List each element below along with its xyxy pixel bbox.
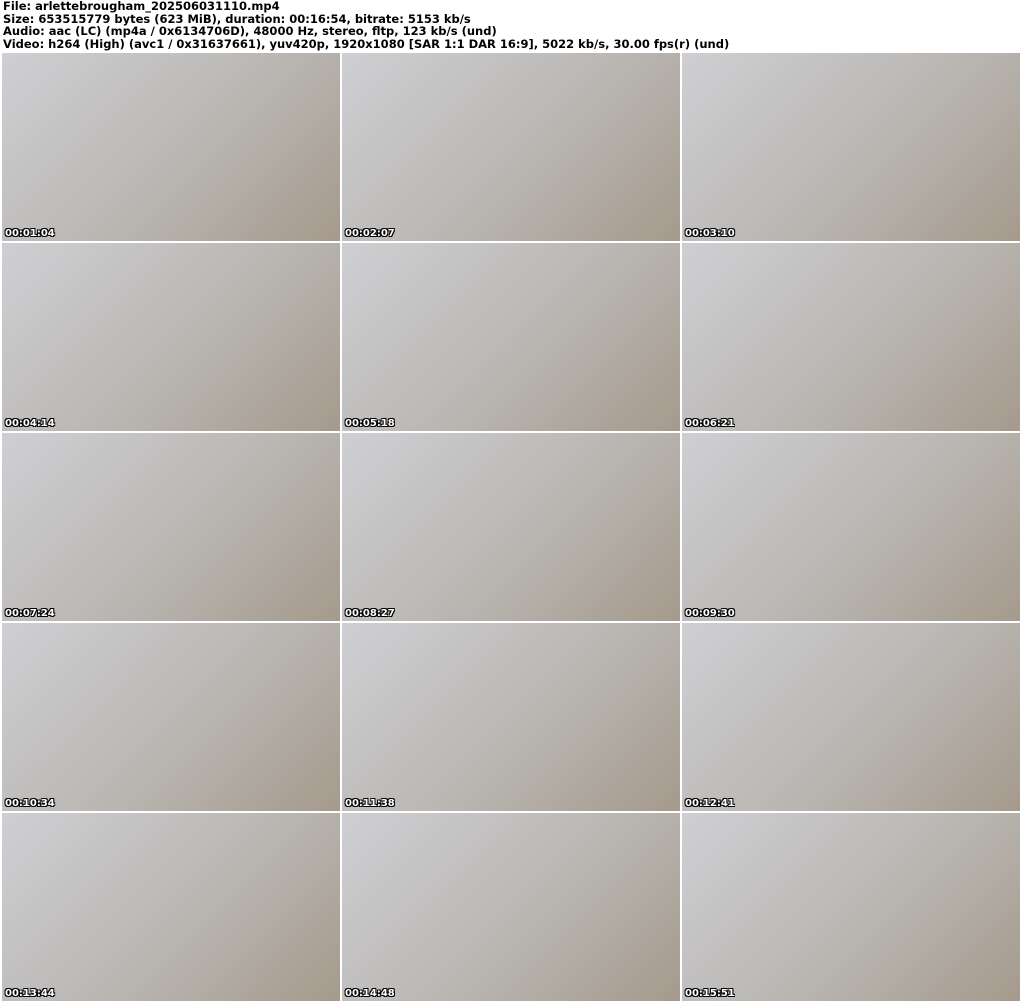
timestamp-label: 00:12:41 bbox=[685, 798, 735, 809]
timestamp-label: 00:09:30 bbox=[685, 608, 735, 619]
timestamp-label: 00:13:44 bbox=[5, 988, 55, 999]
timestamp-label: 00:04:14 bbox=[5, 418, 55, 429]
file-info-header: File: arlettebrougham_202506031110.mp4 S… bbox=[3, 0, 729, 50]
video-thumbnail: 00:05:18 bbox=[342, 243, 680, 431]
video-thumbnail: 00:11:38 bbox=[342, 623, 680, 811]
timestamp-label: 00:08:27 bbox=[345, 608, 395, 619]
video-info: Video: h264 (High) (avc1 / 0x31637661), … bbox=[3, 36, 730, 51]
timestamp-label: 00:01:04 bbox=[5, 228, 55, 239]
timestamp-label: 00:15:51 bbox=[685, 988, 735, 999]
timestamp-label: 00:11:38 bbox=[345, 798, 395, 809]
video-thumbnail: 00:02:07 bbox=[342, 53, 680, 241]
video-thumbnail: 00:13:44 bbox=[2, 813, 340, 1001]
timestamp-label: 00:10:34 bbox=[5, 798, 55, 809]
video-thumbnail: 00:10:34 bbox=[2, 623, 340, 811]
video-thumbnail: 00:06:21 bbox=[682, 243, 1020, 431]
video-thumbnail: 00:01:04 bbox=[2, 53, 340, 241]
video-thumbnail: 00:12:41 bbox=[682, 623, 1020, 811]
audio-info: Audio: aac (LC) (mp4a / 0x6134706D), 480… bbox=[3, 24, 497, 38]
timestamp-label: 00:03:10 bbox=[685, 228, 735, 239]
video-thumbnail: 00:14:48 bbox=[342, 813, 680, 1001]
timestamp-label: 00:05:18 bbox=[345, 418, 395, 429]
file-name: File: arlettebrougham_202506031110.mp4 bbox=[3, 0, 280, 13]
timestamp-label: 00:02:07 bbox=[345, 228, 395, 239]
timestamp-label: 00:14:48 bbox=[345, 988, 395, 999]
timestamp-label: 00:06:21 bbox=[685, 418, 735, 429]
video-thumbnail: 00:07:24 bbox=[2, 433, 340, 621]
video-thumbnail: 00:03:10 bbox=[682, 53, 1020, 241]
video-thumbnail: 00:09:30 bbox=[682, 433, 1020, 621]
thumbnail-grid: 00:01:04 00:02:07 00:03:10 00:04:14 00:05:18… bbox=[2, 53, 1020, 1001]
timestamp-label: 00:07:24 bbox=[5, 608, 55, 619]
video-thumbnail: 00:08:27 bbox=[342, 433, 680, 621]
video-thumbnail: 00:15:51 bbox=[682, 813, 1020, 1001]
video-thumbnail: 00:04:14 bbox=[2, 243, 340, 431]
